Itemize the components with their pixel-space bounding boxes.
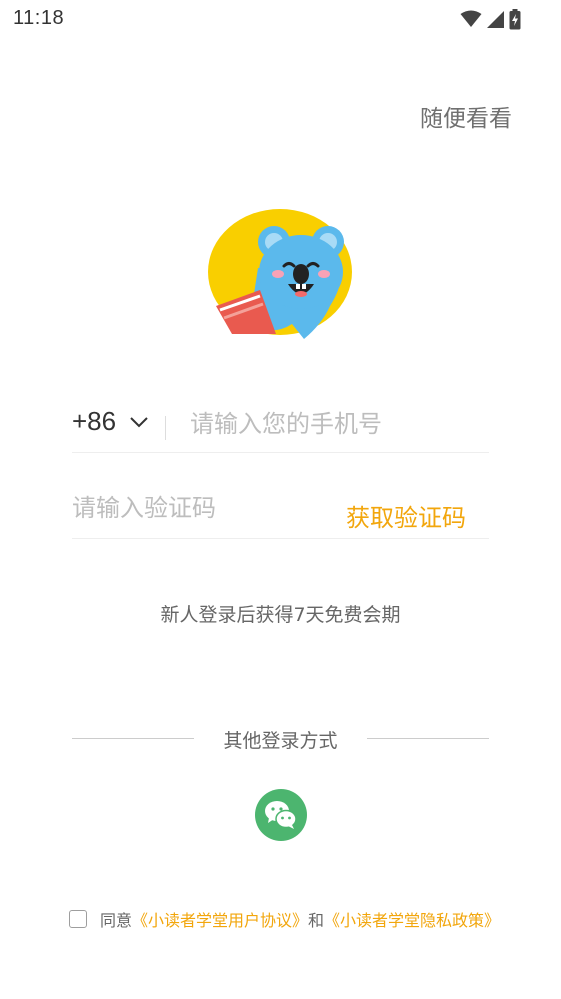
agreement-conjunction: 和: [308, 911, 325, 930]
agreement-prefix: 同意: [100, 911, 133, 930]
divider: [165, 416, 166, 440]
skip-browse-link[interactable]: 随便看看: [420, 99, 512, 133]
wifi-icon: [460, 10, 482, 27]
wechat-login-button[interactable]: [255, 789, 307, 841]
phone-input-row: +86: [72, 400, 489, 453]
divider-line-right: [367, 738, 489, 739]
phone-number-input[interactable]: [190, 404, 480, 444]
agreement-checkbox[interactable]: [69, 910, 87, 928]
verification-code-input[interactable]: [72, 486, 322, 530]
app-logo: [208, 209, 352, 339]
cellular-signal-icon: [487, 10, 504, 28]
privacy-policy-link[interactable]: 《小读者学堂隐私政策》: [324, 907, 500, 931]
other-login-label: 其他登录方式: [223, 730, 338, 752]
wechat-icon: [265, 801, 297, 829]
user-agreement-link[interactable]: 《小读者学堂用户协议》: [132, 907, 308, 931]
agreement-row: 同意 《小读者学堂用户协议》 和 《小读者学堂隐私政策》: [69, 907, 500, 931]
battery-charging-icon: [509, 8, 521, 29]
country-code-selector[interactable]: +86: [72, 406, 116, 437]
status-icons: [460, 8, 521, 30]
status-bar: 11:18: [0, 0, 561, 40]
promo-text: 新人登录后获得7天免费会期: [160, 604, 401, 626]
other-login-divider: 其他登录方式: [72, 726, 489, 754]
code-input-row: 获取验证码: [72, 482, 489, 539]
chevron-down-icon[interactable]: [130, 416, 148, 428]
get-code-button[interactable]: 获取验证码: [346, 498, 466, 533]
status-time: 11:18: [13, 7, 65, 29]
